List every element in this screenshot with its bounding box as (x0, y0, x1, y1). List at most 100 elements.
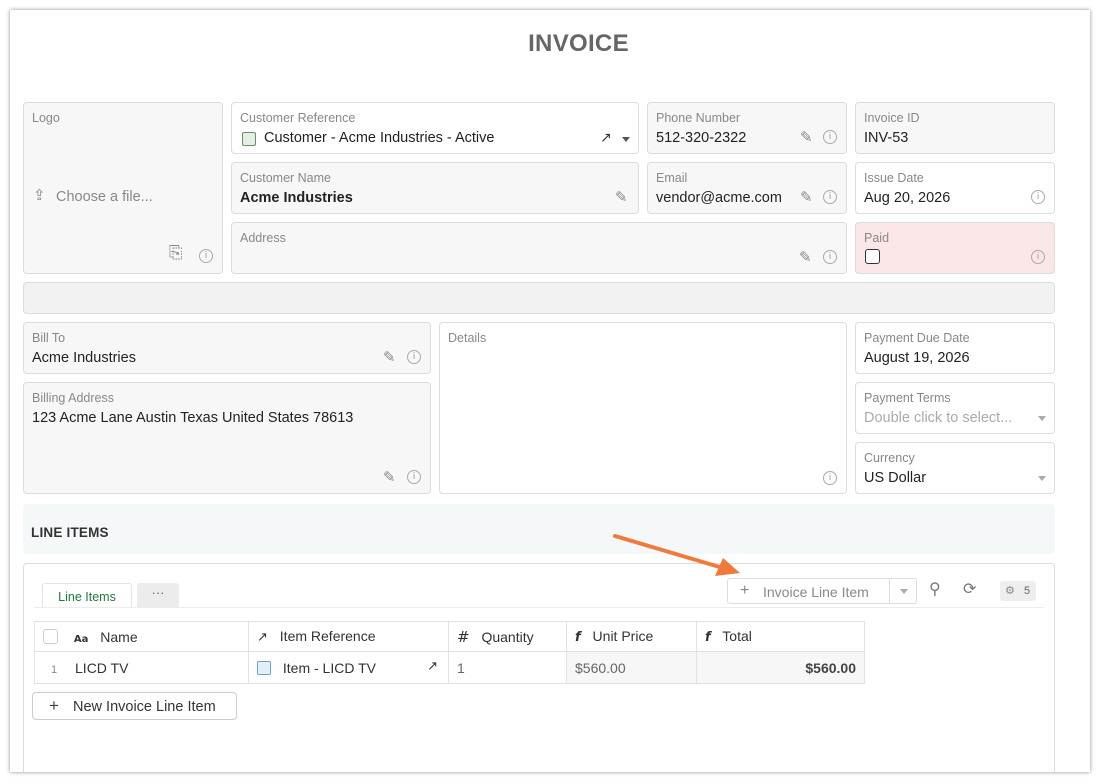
tab-more-options[interactable]: ··· (137, 583, 179, 607)
invoice-id-field: Invoice ID INV-53 (855, 102, 1055, 154)
payment-terms-label: Payment Terms (864, 391, 951, 405)
edit-pencil-icon[interactable]: ✎ (799, 248, 812, 266)
customer-name-field[interactable]: Customer Name Acme Industries ✎ (231, 162, 639, 214)
cell-unit-price[interactable]: $560.00 (566, 651, 697, 684)
field-settings-button[interactable]: ⚙ 5 (1000, 581, 1036, 601)
column-header-item-reference[interactable]: ↗ Item Reference (248, 621, 449, 652)
table-row[interactable]: 1 LICD TV Item - LICD TV ↗ 1 $560.00 $56… (34, 651, 865, 684)
email-value[interactable]: vendor@acme.com (656, 190, 782, 206)
address-label: Address (240, 231, 286, 245)
edit-pencil-icon[interactable]: ✎ (800, 128, 813, 146)
upload-icon: ⇪ (33, 186, 46, 204)
invoice-form: INVOICE Logo ⇪ Choose a file... ⎘ i Cust… (10, 10, 1090, 772)
issue-date-field[interactable]: Issue Date Aug 20, 2026 i (855, 162, 1055, 214)
edit-pencil-icon[interactable]: ✎ (800, 188, 813, 206)
chevron-down-icon[interactable] (1038, 416, 1046, 421)
customer-name-value[interactable]: Acme Industries (240, 190, 353, 206)
line-items-panel: Line Items ··· + Invoice Line Item ⚲ ⟳ ⚙… (23, 563, 1055, 772)
paid-checkbox[interactable] (865, 249, 880, 264)
cell-item-reference[interactable]: Item - LICD TV ↗ (248, 651, 449, 684)
chevron-down-icon[interactable] (900, 589, 908, 594)
row-item-reference-value: Item - LICD TV (282, 659, 376, 676)
sliders-icon: ⚙ (1005, 584, 1015, 597)
currency-label: Currency (864, 451, 915, 465)
phone-number-value[interactable]: 512-320-2322 (656, 130, 746, 146)
info-icon: i (823, 250, 837, 264)
bill-to-field[interactable]: Bill To Acme Industries ✎ i (23, 322, 431, 374)
issue-date-value[interactable]: Aug 20, 2026 (864, 190, 950, 206)
logo-field[interactable]: Logo ⇪ Choose a file... ⎘ i (23, 102, 223, 274)
info-icon: i (823, 190, 837, 204)
phone-number-field[interactable]: Phone Number 512-320-2322 ✎ i (647, 102, 847, 154)
select-all-checkbox[interactable] (43, 628, 58, 644)
tab-line-items[interactable]: Line Items (42, 583, 132, 608)
open-record-icon[interactable]: ↗ (600, 130, 612, 146)
add-invoice-line-item-button[interactable]: + Invoice Line Item (727, 578, 917, 604)
logo-label: Logo (32, 111, 60, 125)
customer-reference-value[interactable]: Customer - Acme Industries - Active (264, 130, 494, 146)
paid-field[interactable]: Paid i (855, 222, 1055, 274)
cell-name[interactable]: 1 LICD TV (34, 651, 249, 684)
cell-quantity[interactable]: 1 (448, 651, 567, 684)
invoice-id-label: Invoice ID (864, 111, 920, 125)
email-label: Email (656, 171, 688, 185)
payment-due-date-label: Payment Due Date (864, 331, 970, 345)
new-invoice-line-item-label: New Invoice Line Item (73, 699, 216, 715)
payment-terms-field[interactable]: Payment Terms Double click to select... (855, 382, 1055, 434)
cell-total[interactable]: $560.00 (696, 651, 865, 684)
new-invoice-line-item-button[interactable]: + New Invoice Line Item (32, 692, 237, 720)
issue-date-label: Issue Date (864, 171, 924, 185)
tab-divider (34, 607, 1044, 608)
billing-address-label: Billing Address (32, 391, 114, 405)
bill-to-value[interactable]: Acme Industries (32, 350, 136, 366)
column-quantity-label: Quantity (481, 628, 534, 645)
button-separator (889, 579, 890, 603)
payment-due-date-field[interactable]: Payment Due Date August 19, 2026 (855, 322, 1055, 374)
column-header-total[interactable]: f Total (696, 621, 865, 652)
customer-name-label: Customer Name (240, 171, 331, 185)
refresh-icon[interactable]: ⟳ (963, 579, 976, 598)
chevron-down-icon[interactable] (622, 137, 630, 142)
row-index: 1 (51, 663, 58, 676)
info-icon: i (823, 471, 837, 485)
column-header-quantity[interactable]: # Quantity (448, 621, 567, 652)
payment-terms-placeholder[interactable]: Double click to select... (864, 410, 1012, 426)
info-icon: i (199, 249, 213, 263)
details-field[interactable]: Details i (439, 322, 847, 494)
column-header-name[interactable]: Aa Name (34, 621, 249, 652)
line-items-table: Aa Name ↗ Item Reference # Quantity f Un… (34, 621, 865, 684)
field-count-badge: 5 (1024, 585, 1031, 597)
attach-file-icon[interactable]: ⎘ (169, 243, 183, 263)
address-field[interactable]: Address ✎ i (231, 222, 847, 274)
info-icon: i (1031, 250, 1045, 264)
edit-pencil-icon[interactable]: ✎ (615, 188, 628, 206)
email-field[interactable]: Email vendor@acme.com ✎ i (647, 162, 847, 214)
line-items-section-header: LINE ITEMS (23, 504, 1055, 554)
invoice-id-value: INV-53 (864, 130, 909, 146)
search-icon[interactable]: ⚲ (929, 579, 941, 598)
customer-reference-field[interactable]: Customer Reference Customer - Acme Indus… (231, 102, 639, 154)
column-total-label: Total (722, 628, 752, 644)
paid-label: Paid (864, 231, 890, 245)
billing-address-value[interactable]: 123 Acme Lane Austin Texas United States… (32, 410, 353, 426)
column-header-unit-price[interactable]: f Unit Price (566, 621, 697, 652)
plus-icon: + (740, 582, 750, 599)
pointer-arrow-annotation (613, 534, 740, 576)
edit-pencil-icon[interactable]: ✎ (383, 468, 396, 486)
info-icon: i (823, 130, 837, 144)
payment-due-date-value[interactable]: August 19, 2026 (864, 350, 970, 366)
info-icon: i (407, 350, 421, 364)
billing-address-field[interactable]: Billing Address 123 Acme Lane Austin Tex… (23, 382, 431, 494)
open-record-icon[interactable]: ↗ (427, 659, 438, 674)
column-unit-price-label: Unit Price (592, 628, 654, 644)
item-record-icon (257, 660, 271, 675)
row-name-value: LICD TV (75, 659, 129, 676)
chevron-down-icon[interactable] (1038, 476, 1046, 481)
choose-file-link[interactable]: Choose a file... (56, 189, 153, 205)
edit-pencil-icon[interactable]: ✎ (383, 348, 396, 366)
currency-value[interactable]: US Dollar (864, 470, 926, 486)
info-icon: i (407, 470, 421, 484)
currency-field[interactable]: Currency US Dollar (855, 442, 1055, 494)
text-type-icon: Aa (73, 633, 89, 645)
customer-reference-label: Customer Reference (240, 111, 356, 125)
